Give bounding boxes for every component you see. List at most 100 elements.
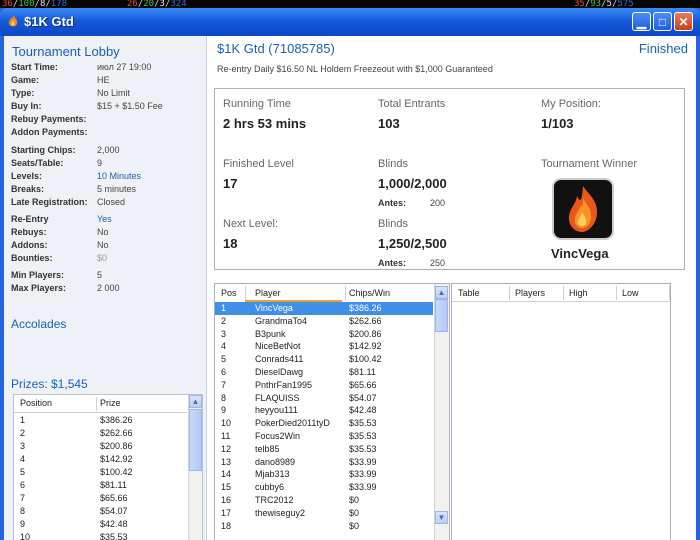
winner-avatar <box>552 178 614 240</box>
antes-row: Antes: 200 <box>378 198 445 208</box>
prize-row[interactable]: 1 $386.26 <box>14 415 186 428</box>
player-chips: $35.53 <box>349 431 377 441</box>
player-row[interactable]: 2 GrandmaTo4 $262.66 <box>215 315 433 328</box>
info-key: Late Registration: <box>11 197 88 207</box>
player-name: NiceBetNot <box>255 341 301 352</box>
accolades-link[interactable]: Accolades <box>11 317 66 331</box>
tables-header-low[interactable]: Low <box>622 288 639 298</box>
players-header-player[interactable]: Player <box>255 288 281 298</box>
scroll-up-button[interactable]: ▲ <box>435 286 448 299</box>
prize-header-prize[interactable]: Prize <box>100 398 121 408</box>
title-bar[interactable]: $1K Gtd ▁ □ ✕ <box>0 8 700 36</box>
player-row[interactable]: 14 Mjab313 $33.99 <box>215 468 433 481</box>
player-name: PnthrFan1995 <box>255 379 313 390</box>
column-divider <box>563 286 564 300</box>
close-button[interactable]: ✕ <box>674 12 693 31</box>
info-value: Closed <box>97 197 126 207</box>
scroll-up-button[interactable]: ▲ <box>189 395 202 408</box>
scroll-thumb[interactable] <box>435 299 448 332</box>
player-row[interactable]: 11 Focus2Win $35.53 <box>215 430 433 443</box>
player-chips: $42.48 <box>349 405 377 416</box>
prize-row[interactable]: 8 $54.07 <box>14 506 186 519</box>
tournament-status: Finished <box>638 41 688 56</box>
tables-header-high[interactable]: High <box>569 288 588 298</box>
column-divider <box>509 286 510 300</box>
player-row[interactable]: 9 heyyou111 $42.48 <box>215 404 433 417</box>
info-key: Type: <box>11 88 35 98</box>
tables-header-players[interactable]: Players <box>515 288 545 298</box>
arrow-up-icon: ▲ <box>191 397 200 406</box>
blinds-value: 1,000/2,000 <box>378 176 447 191</box>
player-name: FLAQUISS <box>255 392 300 403</box>
player-chips: $200.86 <box>349 328 382 339</box>
minimize-button[interactable]: ▁ <box>632 12 651 31</box>
prize-amount: $100.42 <box>100 467 133 477</box>
info-key: Addons: <box>11 240 48 250</box>
column-divider <box>96 397 97 411</box>
prize-scrollbar[interactable]: ▲ <box>188 395 202 540</box>
player-pos: 1 <box>221 303 227 313</box>
prize-row[interactable]: 7 $65.66 <box>14 493 186 506</box>
info-key: Addon Payments: <box>11 127 88 137</box>
player-row[interactable]: 17 thewiseguy2 $0 <box>215 507 433 520</box>
player-row[interactable]: 3 B3punk $200.86 <box>215 328 433 341</box>
info-value[interactable]: Yes <box>97 214 112 224</box>
player-chips: $262.66 <box>349 315 382 326</box>
player-row[interactable]: 16 TRC2012 $0 <box>215 494 433 507</box>
tables-header-table[interactable]: Table <box>458 288 480 298</box>
player-row[interactable]: 13 dano8989 $33.99 <box>215 456 433 469</box>
player-row[interactable]: 8 FLAQUISS $54.07 <box>215 392 433 405</box>
prize-row[interactable]: 6 $81.11 <box>14 480 186 493</box>
player-row[interactable]: 18 $0 <box>215 520 433 533</box>
player-row[interactable]: 15 cubby6 $33.99 <box>215 481 433 494</box>
entrants-label: Total Entrants <box>378 98 446 110</box>
tournament-lobby-window: $1K Gtd ▁ □ ✕ Tournament Lobby Start Tim… <box>0 8 700 540</box>
player-name: telb85 <box>255 443 280 454</box>
prize-position: 9 <box>20 519 26 529</box>
player-row[interactable]: 6 DieselDawg $81.11 <box>215 366 433 379</box>
prize-position: 5 <box>20 467 26 477</box>
info-key: Breaks: <box>11 184 45 194</box>
player-row[interactable]: 10 PokerDied2011tyD $35.53 <box>215 417 433 430</box>
players-scrollbar[interactable]: ▲ ▼ <box>434 284 449 540</box>
prize-row[interactable]: 4 $142.92 <box>14 454 186 467</box>
players-header-pos[interactable]: Pos <box>221 288 237 298</box>
player-row[interactable]: 7 PnthrFan1995 $65.66 <box>215 379 433 392</box>
window-title: $1K Gtd <box>24 14 74 29</box>
column-divider <box>345 286 346 300</box>
info-value[interactable]: 10 Minutes <box>97 171 141 181</box>
player-chips: $386.26 <box>349 303 382 313</box>
antes-label: Antes: <box>378 198 407 208</box>
prize-position: 10 <box>20 532 31 540</box>
info-key: Starting Chips: <box>11 145 76 155</box>
player-chips: $33.99 <box>349 482 377 493</box>
prize-amount: $35.53 <box>100 532 128 540</box>
player-pos: 15 <box>221 482 232 493</box>
maximize-icon: □ <box>658 15 667 29</box>
prize-row[interactable]: 9 $42.48 <box>14 519 186 532</box>
player-row[interactable]: 4 NiceBetNot $142.92 <box>215 340 433 353</box>
scroll-thumb[interactable] <box>189 409 202 471</box>
header-divider <box>452 301 670 302</box>
prize-header-position[interactable]: Position <box>20 398 52 408</box>
scroll-down-button[interactable]: ▼ <box>435 511 448 524</box>
player-chips: $142.92 <box>349 341 382 352</box>
player-row[interactable]: 12 telb85 $35.53 <box>215 443 433 456</box>
prize-row[interactable]: 10 $35.53 <box>14 532 186 540</box>
finished-level-value: 17 <box>223 176 238 191</box>
info-value: 9 <box>97 158 103 168</box>
player-row[interactable]: 5 Conrads411 $100.42 <box>215 353 433 366</box>
info-key: Game: <box>11 75 40 85</box>
prize-amount: $200.86 <box>100 441 133 451</box>
player-chips: $65.66 <box>349 379 377 390</box>
players-header-chips[interactable]: Chips/Win <box>349 288 390 298</box>
player-chips: $81.11 <box>349 367 376 377</box>
player-name: Mjab313 <box>255 469 290 480</box>
prize-row[interactable]: 2 $262.66 <box>14 428 186 441</box>
prize-row[interactable]: 3 $200.86 <box>14 441 186 454</box>
maximize-button[interactable]: □ <box>653 12 672 31</box>
running-time-value: 2 hrs 53 mins <box>223 116 307 131</box>
prize-row[interactable]: 5 $100.42 <box>14 467 186 480</box>
next-level-value: 18 <box>223 236 238 251</box>
player-row-selected[interactable]: 1 VincVega $386.26 <box>215 302 433 315</box>
